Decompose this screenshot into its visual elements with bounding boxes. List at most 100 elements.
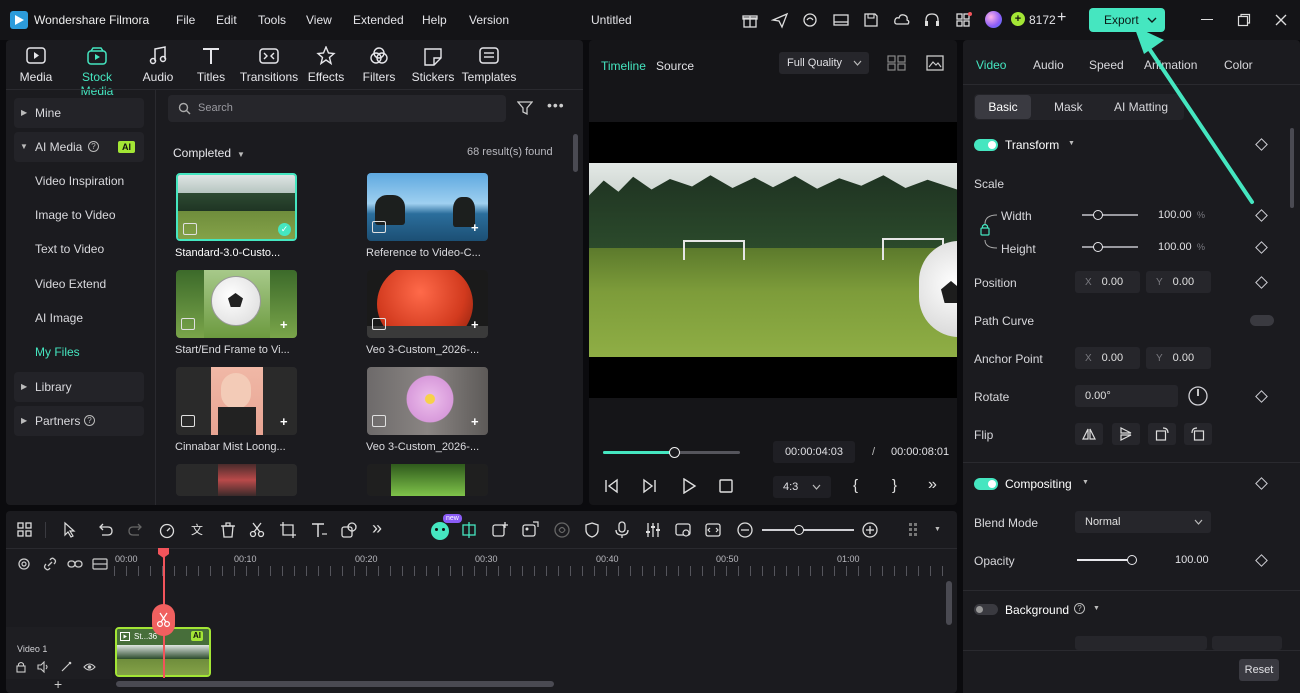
scene-detect-icon[interactable] xyxy=(674,521,692,539)
timeline-vertical-scrollbar[interactable] xyxy=(946,581,952,625)
flip-vertical-button[interactable] xyxy=(1112,423,1140,445)
rotate-dial-icon[interactable] xyxy=(1187,385,1209,407)
stop-icon[interactable] xyxy=(719,479,733,493)
caret-down-icon[interactable]: ▼ xyxy=(934,526,941,533)
gift-icon[interactable] xyxy=(741,11,759,29)
height-value[interactable]: 100.00 xyxy=(1158,241,1192,253)
replace-image-icon[interactable] xyxy=(521,521,539,539)
send-icon[interactable] xyxy=(771,11,789,29)
microphone-icon[interactable] xyxy=(613,521,631,539)
opacity-slider-handle[interactable] xyxy=(1127,555,1137,565)
filter-icon[interactable] xyxy=(517,100,533,116)
tool-effects[interactable]: Effects xyxy=(296,46,356,84)
sidebar-item-image-to-video[interactable]: Image to Video xyxy=(14,200,144,230)
menu-extended[interactable]: Extended xyxy=(353,13,404,27)
timeline-horizontal-scrollbar[interactable] xyxy=(116,681,554,687)
anchor-y-field[interactable]: Y 0.00 xyxy=(1146,347,1211,369)
position-x-field[interactable]: X 0.00 xyxy=(1075,271,1140,293)
mark-out-icon[interactable]: } xyxy=(892,477,897,494)
ai-assistant-icon[interactable] xyxy=(431,522,449,540)
subtab-basic[interactable]: Basic xyxy=(975,95,1031,119)
avatar[interactable] xyxy=(985,11,1002,28)
aspect-ratio-dropdown[interactable]: 4:3 xyxy=(773,476,831,498)
more-tools-icon[interactable]: » xyxy=(372,518,382,539)
zoom-slider-track[interactable] xyxy=(762,529,854,531)
magic-wand-icon[interactable] xyxy=(60,661,72,673)
add-icon[interactable]: + xyxy=(471,414,479,429)
background-apply-field[interactable] xyxy=(1212,636,1282,650)
add-icon[interactable]: + xyxy=(280,414,288,429)
tool-stickers[interactable]: Stickers xyxy=(403,46,463,84)
shield-icon[interactable] xyxy=(583,521,601,539)
sidebar-item-video-extend[interactable]: Video Extend xyxy=(14,269,144,299)
tab-source[interactable]: Source xyxy=(656,59,694,73)
media-thumbnail-5[interactable]: + xyxy=(176,367,297,435)
rotate-right-button[interactable] xyxy=(1148,423,1176,445)
tool-titles[interactable]: Titles xyxy=(181,46,241,84)
stabilize-icon[interactable] xyxy=(553,521,571,539)
sidebar-item-text-to-video[interactable]: Text to Video xyxy=(14,234,144,264)
crop-icon[interactable] xyxy=(279,521,297,539)
media-thumbnail-6[interactable]: + xyxy=(367,367,488,435)
apps-grid-icon[interactable] xyxy=(954,11,972,29)
redo-icon[interactable] xyxy=(127,521,145,539)
flip-horizontal-button[interactable] xyxy=(1075,423,1103,445)
media-scrollbar[interactable] xyxy=(573,134,578,172)
media-thumbnail-7[interactable] xyxy=(176,464,297,496)
layout-icon[interactable] xyxy=(832,11,850,29)
tab-video[interactable]: Video xyxy=(976,58,1006,72)
path-curve-toggle[interactable] xyxy=(1250,315,1274,326)
delete-icon[interactable] xyxy=(219,521,237,539)
opacity-slider-track[interactable] xyxy=(1077,559,1134,561)
text-tool-icon[interactable] xyxy=(310,521,328,539)
background-type-field[interactable] xyxy=(1075,636,1207,650)
compositing-toggle[interactable] xyxy=(974,478,998,490)
caret-down-icon[interactable]: ▼ xyxy=(1093,605,1100,612)
anchor-x-field[interactable]: X 0.00 xyxy=(1075,347,1140,369)
add-icon[interactable]: + xyxy=(471,317,479,332)
rotate-field[interactable]: 0.00° xyxy=(1075,385,1178,407)
menu-view[interactable]: View xyxy=(306,13,332,27)
menu-tools[interactable]: Tools xyxy=(258,13,286,27)
results-filter-dropdown[interactable]: Completed ▼ xyxy=(173,146,245,160)
menu-version[interactable]: Version xyxy=(469,13,509,27)
sidebar-item-ai-image[interactable]: AI Image xyxy=(14,303,144,333)
help-icon[interactable]: ? xyxy=(1074,603,1085,614)
reset-button[interactable]: Reset xyxy=(1239,659,1279,681)
height-slider-handle[interactable] xyxy=(1093,242,1103,252)
cloud-upload-icon[interactable] xyxy=(893,11,911,29)
sidebar-item-ai-media[interactable]: ▼ AI Media ? AI xyxy=(14,132,144,162)
layout-grid-icon[interactable] xyxy=(16,521,34,539)
ai-translate-icon[interactable]: 文 xyxy=(189,521,207,539)
caret-down-icon[interactable]: ▼ xyxy=(1068,140,1075,147)
next-frame-icon[interactable] xyxy=(642,478,658,494)
tool-stock-media[interactable]: Stock Media xyxy=(64,46,130,98)
lock-link-icon[interactable] xyxy=(977,210,999,254)
quality-dropdown[interactable]: Full Quality xyxy=(779,52,869,74)
transform-toggle[interactable] xyxy=(974,139,998,151)
play-icon[interactable] xyxy=(681,478,697,494)
tab-timeline[interactable]: Timeline xyxy=(601,59,646,73)
media-thumbnail-2[interactable]: + xyxy=(367,173,488,241)
caret-down-icon[interactable]: ▼ xyxy=(1082,479,1089,486)
search-input[interactable]: Search xyxy=(168,95,506,122)
tool-templates[interactable]: Templates xyxy=(459,46,519,84)
select-tool-icon[interactable] xyxy=(62,521,80,539)
menu-edit[interactable]: Edit xyxy=(216,13,237,27)
sidebar-item-library[interactable]: ▶ Library xyxy=(14,372,144,402)
more-options-icon[interactable]: ••• xyxy=(547,97,565,113)
panel-scrollbar[interactable] xyxy=(1290,128,1294,208)
settings-gear-icon[interactable] xyxy=(16,556,32,572)
shape-mask-icon[interactable] xyxy=(340,521,358,539)
link-icon[interactable] xyxy=(67,557,83,571)
menu-file[interactable]: File xyxy=(176,13,195,27)
add-credits-icon[interactable]: + xyxy=(1057,9,1066,27)
unlink-icon[interactable] xyxy=(42,556,58,572)
media-thumbnail-3[interactable]: + xyxy=(176,270,297,338)
snapshot-icon[interactable] xyxy=(926,55,944,71)
media-thumbnail-4[interactable]: + xyxy=(367,270,488,338)
width-slider-handle[interactable] xyxy=(1093,210,1103,220)
more-controls-icon[interactable]: » xyxy=(928,476,937,494)
auto-sync-icon[interactable] xyxy=(460,521,478,539)
tool-audio[interactable]: Audio xyxy=(128,46,188,84)
